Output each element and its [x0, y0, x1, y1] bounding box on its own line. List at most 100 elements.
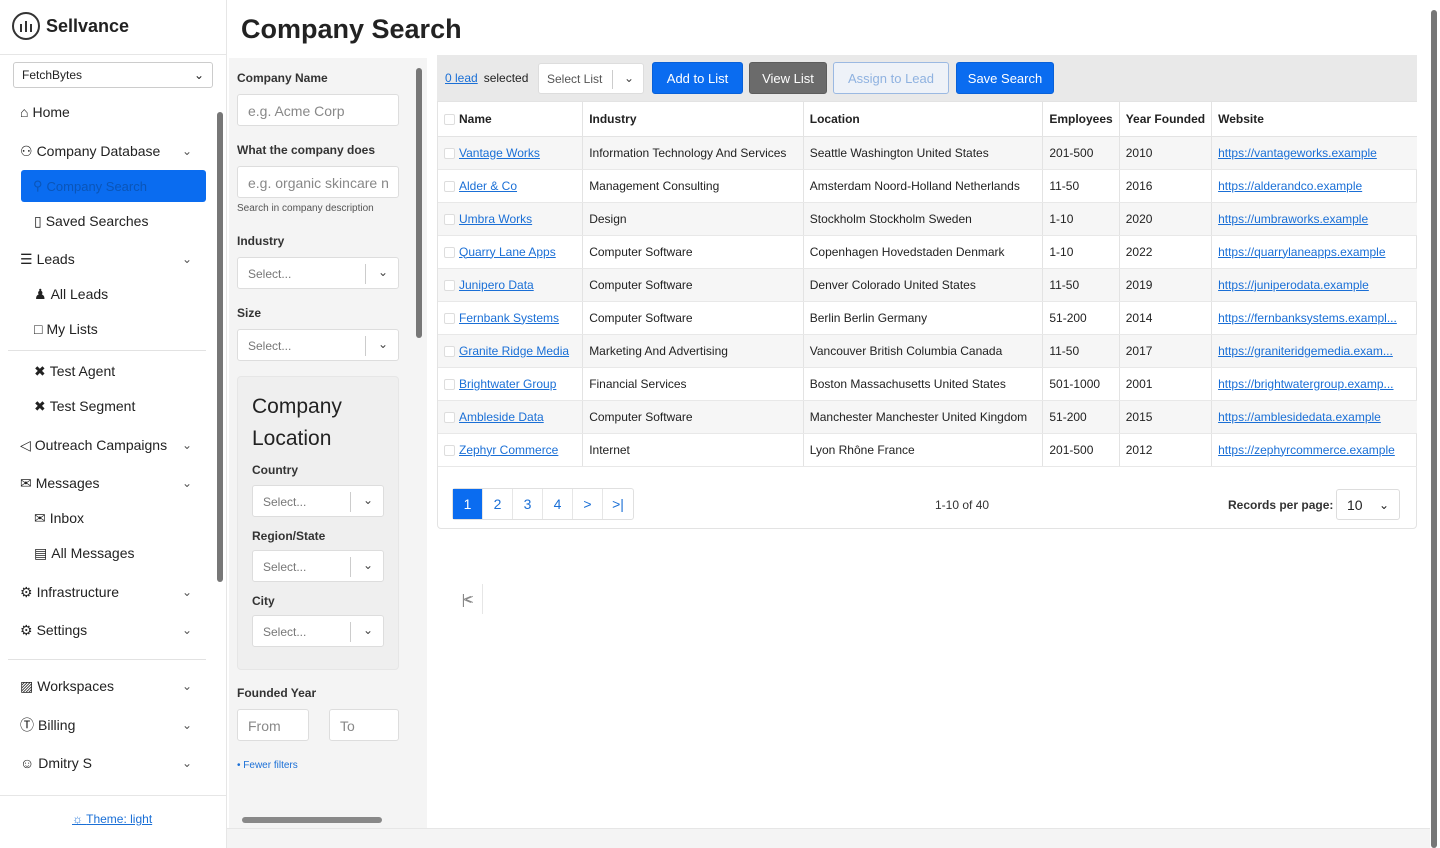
company-name-link[interactable]: Vantage Works: [459, 146, 540, 160]
company-name-input[interactable]: e.g. Acme Corp: [237, 94, 399, 126]
nav-settings[interactable]: ⚙ Settings ⌄: [20, 614, 206, 646]
nav-saved-searches[interactable]: ▯ Saved Searches: [34, 205, 206, 237]
row-checkbox[interactable]: [444, 147, 455, 159]
nav-workspaces[interactable]: ▨ Workspaces ⌄: [20, 670, 206, 702]
filters-horizontal-scrollbar[interactable]: [242, 817, 382, 823]
table-row[interactable]: Zephyr Commerce Internet Lyon Rhône France…: [438, 433, 1417, 467]
nav-user[interactable]: ☺ Dmitry S ⌄: [20, 747, 206, 779]
table-row[interactable]: Alder & Co Management Consulting Amsterdam…: [438, 169, 1417, 203]
size-select[interactable]: Select... ⌄: [237, 329, 399, 361]
page-button-1[interactable]: 1: [453, 489, 483, 519]
city-select[interactable]: Select... ⌄: [252, 615, 384, 647]
row-checkbox[interactable]: [444, 345, 455, 357]
nav-my-lists[interactable]: □ My Lists: [34, 313, 206, 345]
nav-infrastructure[interactable]: ⚙ Infrastructure ⌄: [20, 576, 206, 608]
table-row[interactable]: Junipero Data Computer Software Denver Col…: [438, 268, 1417, 302]
brand[interactable]: Sellvance: [12, 12, 129, 40]
select-all-checkbox[interactable]: [444, 114, 455, 126]
nav-messages[interactable]: ✉ Messages ⌄: [20, 467, 206, 499]
nav-all-leads[interactable]: ♟ All Leads: [34, 278, 206, 310]
company-name-link[interactable]: Fernbank Systems: [459, 311, 559, 325]
company-name-link[interactable]: Junipero Data: [459, 278, 534, 292]
website-link[interactable]: https://zephyrcommerce.example: [1218, 443, 1395, 457]
header-website[interactable]: Website: [1211, 102, 1417, 137]
save-search-button[interactable]: Save Search: [956, 62, 1054, 94]
select-list-dropdown[interactable]: Select List ⌄: [538, 63, 644, 94]
sidebar-scrollbar[interactable]: [216, 100, 224, 795]
page-button-2[interactable]: 2: [483, 489, 513, 519]
company-name-link[interactable]: Zephyr Commerce: [459, 443, 558, 457]
view-list-button[interactable]: View List: [749, 62, 827, 94]
row-checkbox[interactable]: [444, 246, 455, 258]
assign-to-lead-button[interactable]: Assign to Lead: [833, 62, 949, 94]
table-row[interactable]: Quarry Lane Apps Computer Software Copenha…: [438, 235, 1417, 269]
company-name-link[interactable]: Alder & Co: [459, 179, 517, 193]
website-link[interactable]: https://alderandco.example: [1218, 179, 1362, 193]
row-checkbox[interactable]: [444, 279, 455, 291]
row-checkbox[interactable]: [444, 411, 455, 423]
company-name-link[interactable]: Granite Ridge Media: [459, 344, 569, 358]
table-row[interactable]: Granite Ridge Media Marketing And Adverti…: [438, 334, 1417, 368]
scrollbar-thumb[interactable]: [416, 68, 422, 338]
cell-industry: Computer Software: [582, 301, 804, 335]
founded-from-input[interactable]: From: [237, 709, 309, 741]
website-link[interactable]: https://graniteridgemedia.exam...: [1218, 344, 1393, 358]
table-row[interactable]: Vantage Works Information Technology And …: [438, 136, 1417, 170]
header-industry[interactable]: Industry: [582, 102, 804, 137]
nav-inbox[interactable]: ✉ Inbox: [34, 502, 206, 534]
scrollbar-thumb[interactable]: [1431, 10, 1437, 848]
nav-home[interactable]: ⌂ Home: [20, 96, 206, 128]
row-checkbox[interactable]: [444, 312, 455, 324]
header-year-founded[interactable]: Year Founded: [1119, 102, 1213, 137]
table-row[interactable]: Umbra Works Design Stockholm Stockholm Swe…: [438, 202, 1417, 236]
scrollbar-thumb[interactable]: [217, 112, 223, 582]
website-link[interactable]: https://fernbanksystems.exampl...: [1218, 311, 1397, 325]
founded-to-input[interactable]: To: [329, 709, 399, 741]
website-link[interactable]: https://quarrylaneapps.example: [1218, 245, 1385, 259]
company-name-link[interactable]: Ambleside Data: [459, 410, 544, 424]
row-checkbox[interactable]: [444, 378, 455, 390]
prev-page-button[interactable]: <: [453, 584, 483, 614]
header-name[interactable]: Name: [438, 102, 584, 137]
table-row[interactable]: Ambleside Data Computer Software Mancheste…: [438, 400, 1417, 434]
nav-leads[interactable]: ☰ Leads ⌄: [20, 243, 206, 275]
nav-company-database[interactable]: ⚇ Company Database ⌄: [20, 135, 206, 167]
website-link[interactable]: https://amblesidedata.example: [1218, 410, 1381, 424]
nav-outreach-campaigns[interactable]: ◁ Outreach Campaigns ⌄: [20, 429, 206, 461]
page-button-3[interactable]: 3: [513, 489, 543, 519]
add-to-list-button[interactable]: Add to List: [652, 62, 743, 94]
nav-all-messages[interactable]: ▤ All Messages: [34, 537, 206, 569]
row-checkbox[interactable]: [444, 444, 455, 456]
lead-count-link[interactable]: 0 lead: [445, 71, 478, 85]
website-link[interactable]: https://umbraworks.example: [1218, 212, 1368, 226]
website-link[interactable]: https://vantageworks.example: [1218, 146, 1377, 160]
region-select[interactable]: Select... ⌄: [252, 550, 384, 582]
nav-test-segment[interactable]: ✖ Test Segment: [34, 390, 206, 422]
company-name-link[interactable]: Quarry Lane Apps: [459, 245, 556, 259]
country-select[interactable]: Select... ⌄: [252, 485, 384, 517]
table-row[interactable]: Fernbank Systems Computer Software Berlin …: [438, 301, 1417, 335]
workspace-select[interactable]: FetchBytes ⌄: [13, 62, 213, 88]
last-page-button[interactable]: >|: [603, 489, 633, 519]
company-name-link[interactable]: Brightwater Group: [459, 377, 556, 391]
nav-test-agent[interactable]: ✖ Test Agent: [34, 355, 206, 387]
records-per-page-select[interactable]: 10 ⌄: [1336, 489, 1400, 520]
header-employees[interactable]: Employees: [1042, 102, 1120, 137]
nav-company-search[interactable]: ⚲ Company Search: [21, 170, 206, 202]
page-scrollbar[interactable]: [1430, 10, 1438, 848]
website-link[interactable]: https://juniperodata.example: [1218, 278, 1369, 292]
next-page-button[interactable]: >: [573, 489, 603, 519]
company-name-link[interactable]: Umbra Works: [459, 212, 532, 226]
nav-billing[interactable]: Ⓣ Billing ⌄: [20, 709, 206, 741]
theme-toggle[interactable]: ☼ Theme: light: [72, 812, 152, 826]
row-checkbox[interactable]: [444, 213, 455, 225]
company-does-input[interactable]: e.g. organic skincare n: [237, 166, 399, 198]
fewer-filters-link[interactable]: • Fewer filters: [237, 760, 298, 771]
filters-scrollbar[interactable]: [414, 60, 424, 815]
page-button-4[interactable]: 4: [543, 489, 573, 519]
table-row[interactable]: Brightwater Group Financial Services Bosto…: [438, 367, 1417, 401]
row-checkbox[interactable]: [444, 180, 455, 192]
industry-select[interactable]: Select... ⌄: [237, 257, 399, 289]
header-location[interactable]: Location: [803, 102, 1044, 137]
website-link[interactable]: https://brightwatergroup.examp...: [1218, 377, 1393, 391]
